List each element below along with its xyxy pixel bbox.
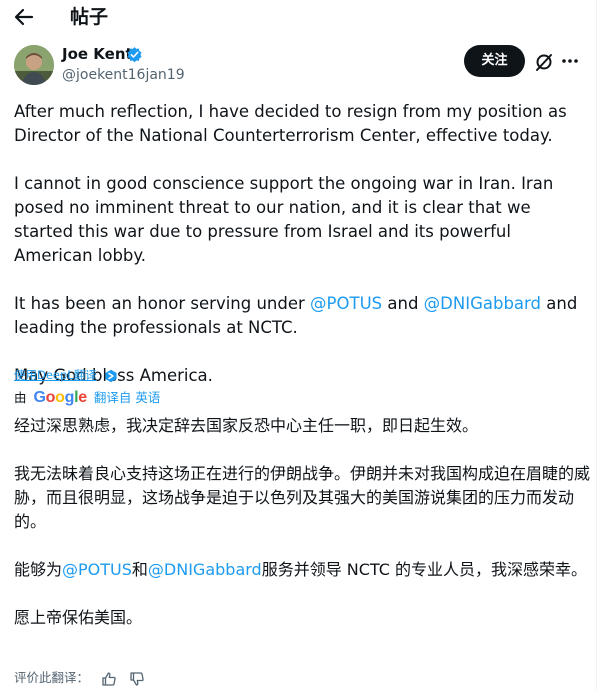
- rate-translation-label: 评价此翻译：: [14, 670, 90, 685]
- top-bar: 帖子: [0, 0, 604, 36]
- google-translate-attribution: 由 Google 翻译自 英语: [14, 388, 160, 408]
- tweet-paragraph-zh: 我无法昧着良心支持这场正在进行的伊朗战争。伊朗并未对我国构成迫在眉睫的威胁，而且…: [14, 464, 591, 531]
- tweet-text-span: It has been an honor serving under: [14, 294, 311, 313]
- tweet-text-span: 和: [131, 560, 148, 579]
- arrow-left-icon: [14, 8, 34, 26]
- thumbs-down-icon: [130, 671, 144, 686]
- tweet-paragraph: After much reflection, I have decided to…: [14, 102, 567, 145]
- author-handle[interactable]: @joekent16jan19: [62, 66, 185, 84]
- deepl-row: 使用DeepL翻译: [14, 366, 118, 384]
- tweet-paragraph-zh: 经过深思熟虑，我决定辞去国家反恐中心主任一职，即日起生效。: [14, 416, 479, 435]
- thumbs-up-icon: [102, 671, 116, 686]
- follow-button[interactable]: 关注: [464, 45, 525, 77]
- tweet-text-span: 能够为: [14, 560, 63, 579]
- column-divider: [596, 0, 597, 691]
- thumbs-up-button[interactable]: [101, 671, 117, 687]
- by-label: 由: [14, 390, 27, 405]
- back-button[interactable]: [10, 3, 38, 31]
- mention-potus-link[interactable]: @POTUS: [310, 294, 382, 313]
- mention-potus-link[interactable]: @POTUS: [62, 560, 132, 579]
- mention-dnigabbard-link[interactable]: @DNIGabbard: [148, 560, 262, 579]
- page-title: 帖子: [70, 6, 109, 28]
- rate-translation-row: 评价此翻译：: [14, 668, 145, 688]
- tweet-paragraph: I cannot in good conscience support the …: [14, 174, 554, 265]
- thumbs-down-button[interactable]: [129, 671, 145, 687]
- tweet-text-translated: 经过深思熟虑，我决定辞去国家反恐中心主任一职，即日起生效。 我无法昧着良心支持这…: [14, 414, 592, 630]
- google-logo: Google: [33, 389, 88, 406]
- author-name[interactable]: Joe Kent: [62, 44, 133, 64]
- tweet-paragraph-zh: 愿上帝保佑美国。: [14, 608, 143, 627]
- tweet-paragraph: It has been an honor serving under @POTU…: [14, 292, 590, 340]
- grok-icon: [536, 54, 552, 71]
- tweet-text-span: and: [382, 294, 424, 313]
- verified-badge-icon: [127, 47, 142, 63]
- avatar[interactable]: [14, 45, 54, 85]
- deepl-extension-icon[interactable]: [104, 369, 118, 383]
- more-options-button[interactable]: [560, 53, 580, 69]
- deepl-translate-link[interactable]: 使用DeepL翻译: [14, 368, 97, 382]
- tweet-text-span: 服务并领导 NCTC 的专业人员，我深感荣幸。: [261, 560, 588, 579]
- avatar-photo: [14, 45, 54, 85]
- translated-from-link[interactable]: 翻译自 英语: [94, 390, 160, 405]
- grok-button[interactable]: [533, 51, 555, 73]
- tweet-paragraph-zh: 能够为@POTUS和@DNIGabbard服务并领导 NCTC 的专业人员，我深…: [14, 558, 592, 582]
- tweet-text-original: After much reflection, I have decided to…: [14, 100, 590, 388]
- more-horizontal-icon: [562, 59, 578, 63]
- mention-dnigabbard-link[interactable]: @DNIGabbard: [424, 294, 541, 313]
